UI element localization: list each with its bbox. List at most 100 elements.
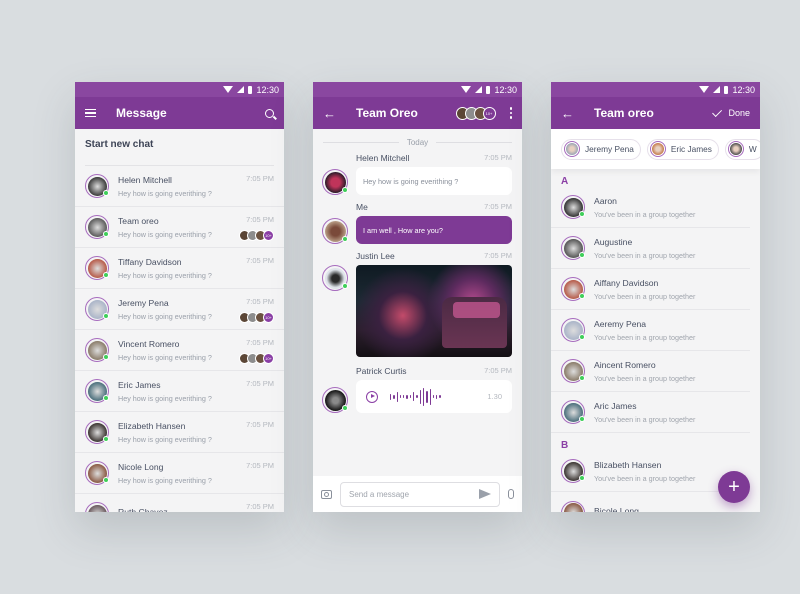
message-item: Justin Lee 7:05 PM bbox=[313, 251, 522, 357]
online-indicator bbox=[342, 236, 348, 242]
avatar bbox=[85, 215, 109, 239]
image-attachment[interactable] bbox=[356, 265, 512, 357]
signal-icon bbox=[237, 86, 245, 93]
member-chip[interactable]: Jeremy Pena bbox=[561, 138, 641, 160]
avatar bbox=[561, 359, 585, 383]
contact-name: Aaron bbox=[594, 195, 617, 206]
chat-title: Team Oreo bbox=[356, 106, 418, 120]
message-time: 7:05 PM bbox=[246, 174, 274, 183]
online-indicator bbox=[579, 211, 585, 217]
avatar bbox=[85, 256, 109, 280]
online-indicator bbox=[103, 231, 109, 237]
waveform-bar bbox=[396, 391, 398, 402]
chat-list-item[interactable]: Elizabeth Hansen Hey how is going everit… bbox=[75, 412, 284, 453]
chat-list-item[interactable]: Ruth Chavez 7:05 PM bbox=[75, 494, 284, 512]
contact-item[interactable]: Aiffany Davidson You've been in a group … bbox=[551, 269, 750, 310]
search-icon[interactable] bbox=[265, 108, 274, 118]
date-divider: Today bbox=[323, 138, 512, 147]
contact-item[interactable]: Aric James You've been in a group togeth… bbox=[551, 392, 750, 433]
group-avatars: 10+ bbox=[239, 312, 274, 323]
avatar[interactable] bbox=[322, 169, 348, 195]
camera-icon[interactable] bbox=[321, 489, 332, 499]
contact-name: Aeremy Pena bbox=[594, 318, 647, 329]
contact-list: A Aaron You've been in a group together … bbox=[551, 169, 760, 512]
avatar bbox=[649, 141, 666, 157]
chat-list-item[interactable]: Nicole Long Hey how is going everithing … bbox=[75, 453, 284, 494]
member-count-badge: 10+ bbox=[263, 312, 274, 323]
member-chip[interactable]: W bbox=[724, 138, 760, 160]
waveform-bar bbox=[403, 395, 405, 398]
chip-label: W bbox=[748, 144, 757, 154]
chat-list-item[interactable]: Team oreo Hey how is going everithing ? … bbox=[75, 207, 284, 248]
chat-list: Helen Mitchell Hey how is going everithi… bbox=[75, 166, 284, 512]
status-bar: 12:30 bbox=[551, 82, 760, 97]
start-new-chat-button[interactable]: Start new chat bbox=[75, 129, 284, 165]
message-input-placeholder: Send a message bbox=[349, 489, 410, 499]
chat-list-item[interactable]: Vincent Romero Hey how is going everithi… bbox=[75, 330, 284, 371]
contact-name: Aincent Romero bbox=[594, 359, 656, 370]
group-members-avatars[interactable]: 10+ bbox=[455, 106, 496, 120]
done-label: Done bbox=[728, 108, 750, 118]
battery-icon bbox=[248, 85, 253, 94]
sender-name: Patrick Curtis bbox=[356, 366, 407, 376]
contact-subtitle: You've been in a group together bbox=[594, 373, 696, 383]
signal-icon bbox=[713, 86, 721, 93]
contact-item[interactable]: Aincent Romero You've been in a group to… bbox=[551, 351, 750, 392]
more-vertical-icon[interactable] bbox=[509, 107, 512, 119]
contact-subtitle: You've been in a group together bbox=[594, 473, 696, 483]
back-arrow-icon[interactable]: ← bbox=[561, 107, 574, 120]
member-count-badge: 10+ bbox=[263, 353, 274, 364]
contact-subtitle: You've been in a group together bbox=[594, 332, 696, 342]
voice-duration: 1.30 bbox=[487, 392, 502, 401]
back-arrow-icon[interactable]: ← bbox=[323, 107, 336, 120]
avatar bbox=[85, 379, 109, 403]
avatar bbox=[85, 297, 109, 321]
message-item: Me 7:05 PM I am well , How are you? bbox=[313, 202, 522, 244]
online-indicator bbox=[579, 334, 585, 340]
member-count-badge: 10+ bbox=[482, 106, 496, 120]
online-indicator bbox=[342, 187, 348, 193]
add-fab-button[interactable]: + bbox=[718, 471, 750, 503]
waveform-bar bbox=[419, 389, 421, 404]
voice-message: 1.30 bbox=[356, 380, 512, 413]
contact-name: Blizabeth Hansen bbox=[594, 459, 662, 470]
app-bar: Message bbox=[75, 97, 284, 129]
hamburger-icon[interactable] bbox=[85, 109, 96, 117]
status-time: 12:30 bbox=[732, 84, 755, 95]
contact-item[interactable]: Aeremy Pena You've been in a group toget… bbox=[551, 310, 750, 351]
online-indicator bbox=[103, 477, 109, 483]
member-chip[interactable]: Eric James bbox=[646, 138, 719, 160]
app-bar: ← Team Oreo 10+ bbox=[313, 97, 522, 129]
chat-list-item[interactable]: Jeremy Pena Hey how is going everithing … bbox=[75, 289, 284, 330]
chat-list-item[interactable]: Tiffany Davidson Hey how is going everit… bbox=[75, 248, 284, 289]
chat-list-item[interactable]: Helen Mitchell Hey how is going everithi… bbox=[75, 166, 284, 207]
avatar bbox=[561, 500, 585, 512]
contact-item[interactable]: Aaron You've been in a group together bbox=[551, 187, 750, 228]
contact-subtitle: You've been in a group together bbox=[594, 414, 696, 424]
send-icon[interactable] bbox=[479, 489, 491, 499]
avatar bbox=[561, 277, 585, 301]
waveform[interactable] bbox=[390, 387, 441, 406]
section-letter: B bbox=[561, 440, 569, 451]
chip-label: Eric James bbox=[670, 144, 712, 154]
message-time: 7:05 PM bbox=[246, 215, 274, 224]
avatar bbox=[561, 459, 585, 483]
chat-list-item[interactable]: Eric James Hey how is going everithing ?… bbox=[75, 371, 284, 412]
avatar[interactable] bbox=[322, 387, 348, 413]
contact-item[interactable]: Augustine You've been in a group togethe… bbox=[551, 228, 750, 269]
waveform-bar bbox=[413, 392, 415, 401]
avatar[interactable] bbox=[322, 265, 348, 291]
waveform-bar bbox=[426, 390, 428, 403]
play-icon[interactable] bbox=[366, 390, 378, 403]
done-button[interactable]: Done bbox=[712, 106, 750, 118]
message-time: 7:05 PM bbox=[484, 366, 512, 375]
status-bar: 12:30 bbox=[313, 82, 522, 97]
online-indicator bbox=[579, 252, 585, 258]
wifi-icon bbox=[223, 86, 234, 93]
avatar[interactable] bbox=[322, 218, 348, 244]
avatar bbox=[561, 236, 585, 260]
battery-icon bbox=[486, 85, 491, 94]
microphone-icon[interactable] bbox=[508, 489, 514, 499]
message-item: Helen Mitchell 7:05 PM Hey how is going e… bbox=[313, 153, 522, 195]
message-input[interactable]: Send a message bbox=[340, 481, 500, 507]
